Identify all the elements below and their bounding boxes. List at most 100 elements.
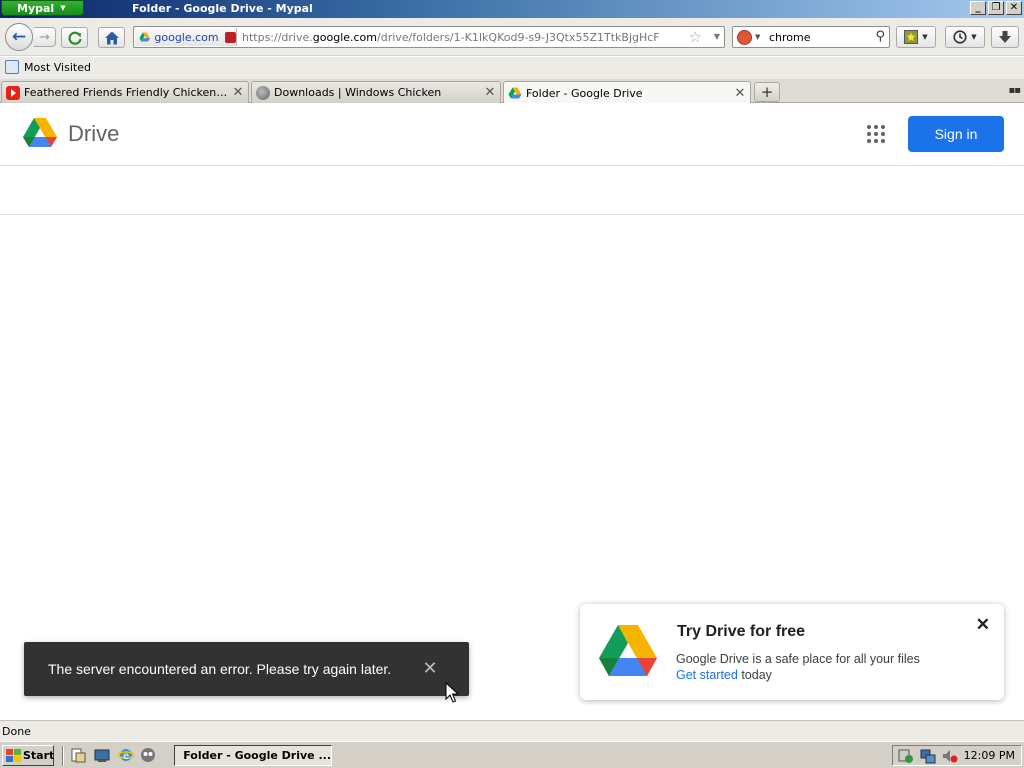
downloads-button[interactable] [991,26,1019,48]
search-engine-icon[interactable] [737,30,752,45]
app-menu-label: Mypal [17,1,55,15]
caret-down-icon: ▼ [922,33,928,41]
download-arrow-icon [999,31,1011,43]
windows-taskbar: Start e Folder - Google Drive ... 12:09 … [0,741,1024,768]
bookmarks-icon [904,30,919,44]
history-menu-button[interactable]: ▼ [945,26,985,48]
google-drive-logo-icon[interactable] [22,116,58,150]
tab-strip: Feathered Friends Friendly Chickens - Yo… [0,79,1024,104]
tab-downloads-windows-chicken[interactable]: Downloads | Windows Chicken ✕ [251,81,501,103]
lock-icon [224,31,236,43]
get-started-link[interactable]: Get started [676,668,738,682]
url-domain: google.com [312,31,378,44]
reload-button[interactable] [61,27,88,48]
window-titlebar: Mypal ▼ Folder - Google Drive - Mypal _ … [0,0,1024,18]
window-title: Folder - Google Drive - Mypal [132,2,313,15]
product-name[interactable]: Drive [68,121,119,147]
google-drive-icon [508,87,522,99]
drive-promo-card: Try Drive for free Google Drive is a saf… [580,604,1004,700]
windows-logo-icon [6,749,21,762]
home-button[interactable] [98,27,125,48]
promo-cta-suffix: today [737,668,772,682]
promo-cta-line: Get started today [676,668,772,682]
security-shield-icon[interactable] [898,748,914,764]
list-all-tabs-icon[interactable]: ▪▪ [1008,85,1021,96]
system-tray: 12:09 PM [892,745,1022,766]
caret-down-icon: ▼ [60,4,66,12]
bookmark-label: Most Visited [24,60,91,74]
back-button[interactable]: ← [5,23,33,51]
taskbar-item-label: Folder - Google Drive ... [183,749,331,762]
taskbar-separator [62,746,64,766]
home-icon [104,31,119,44]
close-tab-icon[interactable]: ✕ [232,85,244,100]
close-snackbar-icon[interactable]: ✕ [421,659,439,677]
arrow-right-icon: → [39,29,50,45]
search-input[interactable]: chrome [769,31,811,44]
show-desktop-icon[interactable] [94,747,110,763]
most-visited-folder-icon [5,60,19,74]
snackbar-message: The server encountered an error. Please … [48,661,392,677]
svg-text:e: e [123,751,129,762]
search-engine-caret-icon[interactable]: ▼ [755,33,760,41]
close-tab-icon[interactable]: ✕ [484,85,496,100]
tab-feathered-friends[interactable]: Feathered Friends Friendly Chickens - Yo… [1,81,249,103]
google-drive-icon [139,32,150,42]
window-controls: _ ❐ ✕ [970,1,1022,15]
bookmarks-toolbar: Most Visited [0,57,1024,79]
explorer-quicklaunch-icon[interactable] [70,747,86,763]
search-icon[interactable]: ⚲ [875,29,885,44]
new-tab-button[interactable]: + [754,82,780,102]
tab-google-drive-folder[interactable]: Folder - Google Drive ✕ [503,81,751,104]
taskbar-item-google-drive[interactable]: Folder - Google Drive ... [174,745,332,766]
mouse-cursor-icon [445,682,459,703]
caret-down-icon: ▼ [971,33,977,41]
google-drive-logo-icon [599,625,657,676]
forward-button[interactable]: → [34,27,56,47]
close-promo-icon[interactable]: ✕ [976,615,990,635]
tab-label: Downloads | Windows Chicken [274,86,442,99]
clock-icon [953,30,967,44]
url-prefix: https://drive. [242,31,313,44]
bookmarks-menu-button[interactable]: ▼ [896,26,936,48]
start-button[interactable]: Start [2,745,54,766]
volume-muted-icon[interactable] [942,748,958,764]
tab-label: Folder - Google Drive [526,86,643,100]
arrow-left-icon: ← [11,27,27,47]
site-identity-button[interactable]: google.com [135,28,237,46]
site-identity-label: google.com [154,30,219,44]
google-apps-icon[interactable] [867,125,885,143]
close-tab-icon[interactable]: ✕ [734,86,746,101]
promo-title: Try Drive for free [677,623,806,640]
restore-button[interactable]: ❐ [988,1,1004,15]
plus-icon: + [760,83,774,101]
tab-label: Feathered Friends Friendly Chickens - Yo… [24,86,228,99]
promo-text: Google Drive is a safe place for all you… [676,652,920,666]
mypal-quicklaunch-icon[interactable] [140,747,156,763]
address-bar[interactable]: google.com https://drive.google.com/driv… [133,26,725,48]
web-page: Drive Sign in The server encountered an … [0,103,1024,719]
close-window-button[interactable]: ✕ [1006,1,1022,15]
status-text: Done [2,725,31,738]
minimize-button[interactable]: _ [970,1,986,15]
url-path: /drive/folders/1-K1IkQKod9-s9-J3Qtx55Z1T… [377,31,660,44]
search-bar[interactable]: ▼ chrome ⚲ [732,26,890,48]
screen: Mypal ▼ Folder - Google Drive - Mypal _ … [0,0,1024,768]
bookmark-most-visited[interactable]: Most Visited [5,60,91,74]
url-history-dropdown-icon[interactable]: ▼ [714,32,720,41]
navigation-toolbar: ← → google.com https://drive.google.com/… [0,18,1024,56]
drive-subheader [0,166,1024,215]
network-icon[interactable] [920,748,936,764]
bookmark-star-icon[interactable]: ☆ [689,28,702,46]
error-snackbar: The server encountered an error. Please … [24,642,469,696]
youtube-icon [6,85,20,100]
url-text[interactable]: https://drive.google.com/drive/folders/1… [242,31,660,44]
sign-in-button[interactable]: Sign in [908,116,1004,152]
taskbar-clock[interactable]: 12:09 PM [964,749,1015,762]
drive-header: Drive Sign in [0,103,1024,166]
status-bar: Done [0,720,1024,741]
app-menu-button[interactable]: Mypal ▼ [1,0,84,16]
reload-icon [67,31,82,45]
internet-explorer-icon[interactable]: e [118,747,134,763]
globe-icon [256,85,270,100]
